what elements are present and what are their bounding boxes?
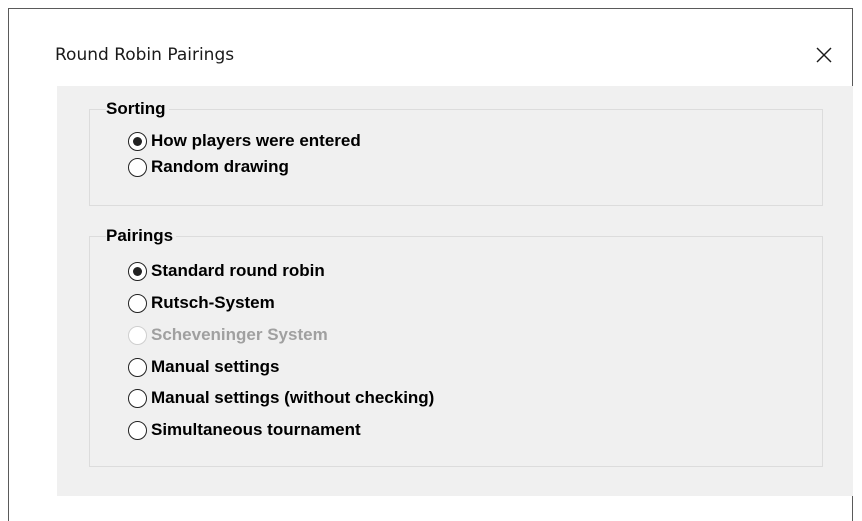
pairings-option-manual-settings[interactable]: Manual settings — [128, 355, 279, 379]
pairings-option-standard-round-robin[interactable]: Standard round robin — [128, 259, 325, 283]
option-label: Scheveninger System — [151, 325, 328, 344]
dialog-content: Sorting How players were entered Random … — [57, 86, 853, 496]
option-label: How players were entered — [151, 131, 361, 150]
round-robin-pairings-dialog: Round Robin Pairings Sorting How players… — [8, 8, 853, 521]
close-button[interactable] — [811, 42, 837, 68]
option-label: Standard round robin — [151, 261, 325, 280]
option-label: Rutsch-System — [151, 293, 275, 312]
option-label: Simultaneous tournament — [151, 420, 361, 439]
sorting-legend: Sorting — [106, 99, 169, 119]
radio-button[interactable] — [128, 157, 147, 177]
pairings-option-rutsch-system[interactable]: Rutsch-System — [128, 291, 275, 315]
pairings-legend: Pairings — [106, 226, 177, 246]
radio-button[interactable] — [128, 388, 147, 408]
radio-button-disabled — [128, 325, 147, 345]
radio-button[interactable] — [128, 357, 147, 377]
option-label: Random drawing — [151, 157, 289, 176]
option-label: Manual settings — [151, 357, 280, 376]
pairings-option-simultaneous-tournament[interactable]: Simultaneous tournament — [128, 418, 361, 442]
radio-button[interactable] — [128, 420, 147, 440]
pairings-option-scheveninger-system: Scheveninger System — [128, 323, 328, 347]
pairings-group: Pairings Standard round robin Rutsch-Sys… — [89, 226, 823, 467]
sorting-group: Sorting How players were entered Random … — [89, 99, 823, 206]
radio-button-selected[interactable] — [128, 261, 147, 281]
pairings-option-manual-without-checking[interactable]: Manual settings (without checking) — [128, 386, 434, 410]
sorting-option-how-entered[interactable]: How players were entered — [128, 129, 361, 153]
radio-button-selected[interactable] — [128, 131, 147, 151]
sorting-option-random-drawing[interactable]: Random drawing — [128, 155, 289, 179]
option-label: Manual settings (without checking) — [151, 388, 435, 407]
close-icon — [811, 42, 837, 68]
dialog-title: Round Robin Pairings — [55, 45, 235, 65]
radio-button[interactable] — [128, 293, 147, 313]
